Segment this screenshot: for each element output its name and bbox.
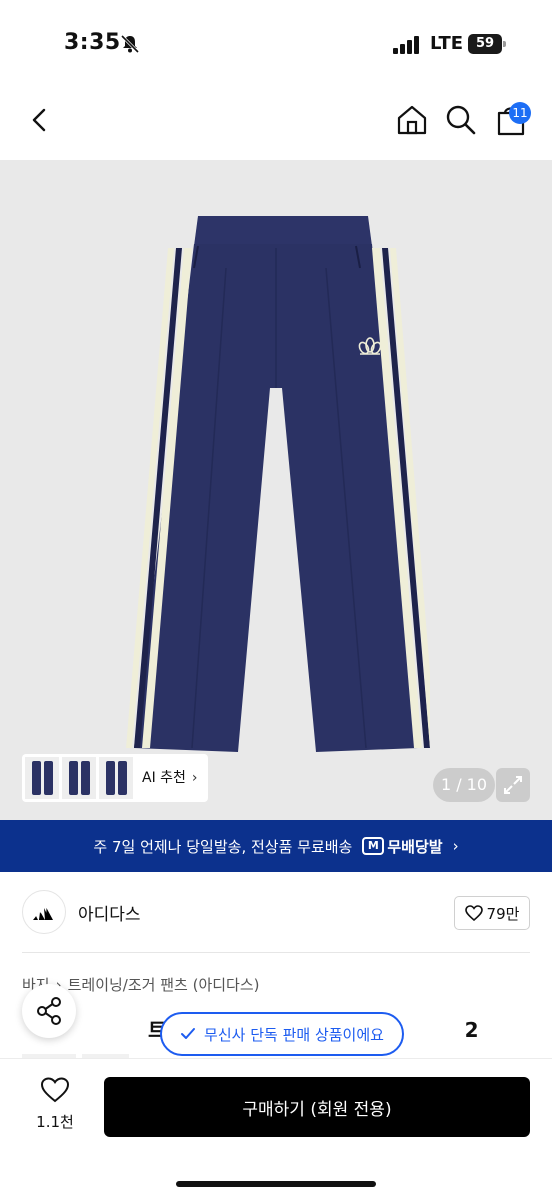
chevron-right-icon: › <box>191 770 198 786</box>
share-icon <box>37 997 61 1025</box>
network-label: LTE <box>430 33 464 54</box>
m-logo-icon: M <box>362 837 385 855</box>
share-button[interactable] <box>22 984 76 1038</box>
banner-brand: 무배당발 <box>387 837 443 856</box>
brand-logo[interactable] <box>22 890 66 934</box>
adidas-logo-icon <box>33 908 53 920</box>
back-icon[interactable] <box>22 102 58 138</box>
status-bar: 3:35 LTE 59 <box>0 0 552 80</box>
expand-icon[interactable] <box>496 768 530 802</box>
thumbnail-2[interactable] <box>62 757 96 799</box>
brand-like-count: 79만 <box>486 904 520 923</box>
exclusive-badge: 무신사 단독 판매 상품이에요 <box>160 1012 404 1056</box>
ai-recommend-label: AI 추천 <box>142 770 186 786</box>
battery-level: 59 <box>468 34 502 54</box>
thumbnail-3[interactable] <box>99 757 133 799</box>
free-delivery-banner[interactable]: 주 7일 언제나 당일발송, 전상품 무료배송 M 무배당발 › <box>0 820 552 872</box>
heart-icon <box>40 1077 70 1103</box>
top-nav <box>0 80 552 160</box>
product-title-right: 2 <box>464 1018 479 1042</box>
bottom-action-bar: 1.1천 구매하기 (회원 전용) <box>0 1058 552 1200</box>
page-counter: 1 / 10 <box>433 768 495 802</box>
heart-icon <box>464 905 483 921</box>
divider <box>22 952 530 953</box>
banner-text: 주 7일 언제나 당일발송, 전상품 무료배송 <box>93 837 353 856</box>
chevron-right-icon: › <box>452 837 459 855</box>
status-time: 3:35 <box>64 30 121 55</box>
check-icon <box>181 1028 196 1039</box>
track-pants-image <box>126 216 430 752</box>
brand-row: 아디다스 79만 <box>0 872 552 952</box>
thumbnail-1[interactable] <box>25 757 59 799</box>
search-icon[interactable] <box>443 102 479 138</box>
battery-icon: 59 <box>468 34 506 54</box>
breadcrumb-subcategory[interactable]: 트레이닝/조거 팬츠 (아디다스) <box>68 976 260 994</box>
product-image-gallery[interactable]: AI 추천 › 1 / 10 <box>0 160 552 820</box>
wish-button[interactable]: 1.1천 <box>30 1077 80 1139</box>
bell-muted-icon <box>120 34 140 54</box>
wish-count: 1.1천 <box>36 1113 74 1131</box>
brand-name[interactable]: 아디다스 <box>78 900 141 925</box>
brand-like-button[interactable]: 79만 <box>454 896 530 930</box>
thumbnail-strip: AI 추천 › <box>22 754 208 802</box>
buy-button[interactable]: 구매하기 (회원 전용) <box>104 1077 530 1137</box>
home-icon[interactable] <box>394 102 430 138</box>
home-indicator <box>176 1181 376 1187</box>
cart-count-badge: 11 <box>509 102 531 124</box>
ai-recommend-link[interactable]: AI 추천 › <box>142 754 198 802</box>
signal-icon <box>393 36 419 54</box>
exclusive-text: 무신사 단독 판매 상품이에요 <box>204 1025 384 1044</box>
